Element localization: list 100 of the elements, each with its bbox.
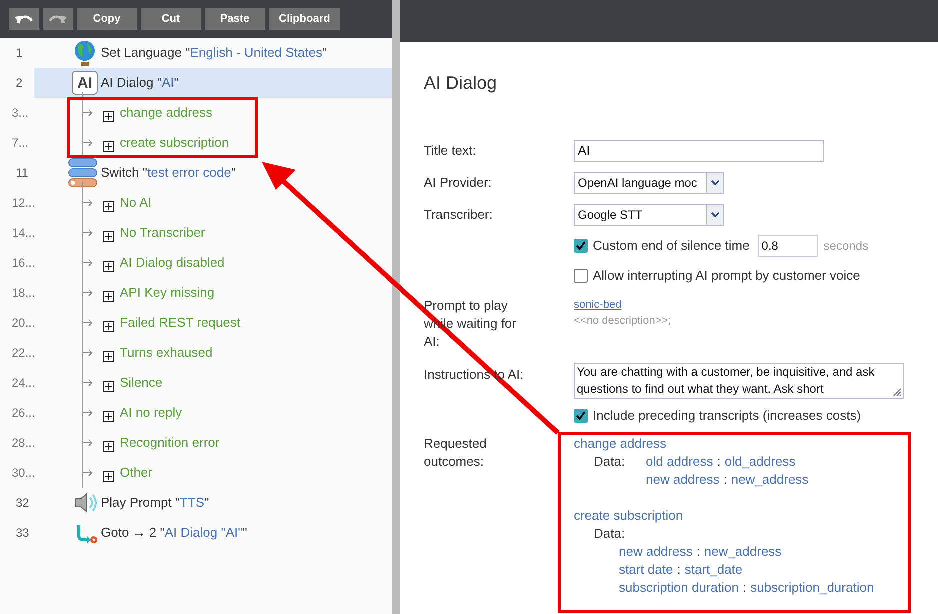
line-number: 14...	[11, 225, 34, 242]
title-text-field[interactable]: AI	[574, 140, 824, 162]
line-number: 33	[15, 525, 30, 542]
expand-icon[interactable]	[103, 260, 114, 272]
checkbox[interactable]	[574, 239, 588, 253]
connector-arrow-icon	[83, 259, 93, 267]
redo-button[interactable]	[43, 8, 73, 30]
connector-arrow-icon	[83, 229, 93, 237]
data-mapping: old address : old_address	[646, 453, 797, 471]
branch-label[interactable]: No Transcriber	[120, 223, 206, 243]
connector-arrow-icon	[83, 469, 93, 477]
field-label: Transcriber:	[424, 206, 494, 224]
prompt-description: <<no description>>;	[574, 314, 672, 329]
branch-label[interactable]: AI no reply	[120, 403, 182, 423]
connector-arrow-icon	[83, 109, 93, 117]
branch-label[interactable]: Other	[120, 463, 153, 483]
data-mapping: start date : start_date	[619, 561, 744, 579]
expand-icon[interactable]	[103, 140, 114, 152]
node-label: Play Prompt "TTS"	[101, 494, 210, 512]
globe-icon	[72, 39, 98, 67]
expand-icon[interactable]	[103, 230, 114, 242]
unit-label: seconds	[824, 238, 868, 255]
line-number: 30...	[11, 465, 34, 482]
silence-time-field[interactable]: 0.8	[758, 235, 818, 257]
tree-node-row[interactable]: Play Prompt "TTS"	[34, 488, 392, 518]
data-mapping: subscription duration : subscription_duration	[619, 579, 874, 597]
connector-arrow-icon	[83, 409, 93, 417]
tree-node-row[interactable]: Goto → 2 "AI Dialog "AI""	[34, 518, 392, 548]
line-number: 24...	[11, 375, 34, 392]
undo-button[interactable]	[9, 8, 39, 30]
ai-provider-dropdown[interactable]: OpenAI language moc	[574, 172, 724, 194]
connector-arrow-icon	[83, 439, 93, 447]
line-number: 12...	[11, 195, 34, 212]
tree-node-row[interactable]: Set Language "English - United States"	[34, 38, 392, 68]
node-label: Set Language "English - United States"	[101, 44, 328, 62]
line-number: 11	[15, 165, 30, 182]
toolbar-button[interactable]: Paste	[205, 8, 265, 30]
expand-icon[interactable]	[103, 110, 114, 122]
branch-label[interactable]: Silence	[120, 373, 163, 393]
node-label: AI Dialog "AI"	[101, 74, 179, 92]
line-number: 1	[15, 45, 24, 62]
toolbar-button[interactable]: Cut	[141, 8, 201, 30]
connector-arrow-icon	[83, 349, 93, 357]
panel-title: AI Dialog	[424, 72, 498, 95]
expand-icon[interactable]	[103, 470, 114, 482]
checkbox-label: Include preceding transcripts (increases costs)	[593, 407, 862, 426]
tree-node-row[interactable]: AI AI Dialog "AI"	[34, 68, 392, 98]
expand-icon[interactable]	[103, 380, 114, 392]
expand-icon[interactable]	[103, 350, 114, 362]
branch-label[interactable]: create subscription	[120, 133, 230, 153]
branch-label[interactable]: No AI	[120, 193, 152, 213]
toolbar-button[interactable]: Clipboard	[269, 8, 340, 30]
node-label: Goto → 2 "AI Dialog "AI""	[101, 524, 248, 542]
expand-icon[interactable]	[103, 200, 114, 212]
connector-arrow-icon	[83, 319, 93, 327]
line-number: 22...	[11, 345, 34, 362]
outcome-name[interactable]: create subscription	[574, 507, 874, 525]
redo-icon	[48, 13, 68, 25]
speaker-icon	[74, 491, 98, 515]
line-number: 16...	[11, 255, 34, 272]
line-number: 28...	[11, 435, 34, 452]
line-number: 18...	[11, 285, 34, 302]
data-mapping: new address : new_address	[646, 471, 809, 489]
ai-bubble-icon: AI	[72, 71, 98, 95]
checkbox-label: Allow interrupting AI prompt by customer voice	[593, 267, 860, 286]
expand-icon[interactable]	[103, 410, 114, 422]
node-label: Switch "test error code"	[101, 164, 236, 182]
branch-label[interactable]: AI Dialog disabled	[120, 253, 225, 273]
branch-label[interactable]: Recognition error	[120, 433, 220, 453]
expand-icon[interactable]	[103, 290, 114, 302]
resize-grip-icon	[893, 388, 902, 397]
checkbox[interactable]	[574, 269, 588, 283]
data-label: Data:	[594, 453, 626, 471]
undo-icon	[14, 13, 34, 25]
branch-label[interactable]: API Key missing	[120, 283, 215, 303]
connector-arrow-icon	[83, 379, 93, 387]
field-label: Title text:	[424, 142, 478, 160]
switch-icon	[68, 158, 98, 188]
line-number: 7...	[11, 135, 30, 152]
field-label: AI Provider:	[424, 174, 493, 192]
line-number: 3...	[11, 105, 30, 122]
expand-icon[interactable]	[103, 320, 114, 332]
line-number: 2	[15, 75, 24, 92]
data-label: Data:	[594, 525, 626, 543]
transcriber-dropdown[interactable]: Google STT	[574, 204, 724, 226]
field-label: Requested outcomes:	[424, 435, 488, 471]
prompt-link[interactable]: sonic-bed	[574, 297, 622, 313]
branch-label[interactable]: change address	[120, 103, 213, 123]
outcome-name[interactable]: change address	[574, 435, 874, 453]
line-number: 26...	[11, 405, 34, 422]
connector-arrow-icon	[83, 199, 93, 207]
connector-arrow-icon	[83, 139, 93, 147]
tree-node-row[interactable]: Switch "test error code"	[34, 158, 392, 188]
checkbox[interactable]	[574, 409, 588, 423]
branch-label[interactable]: Turns exhaused	[120, 343, 213, 363]
branch-label[interactable]: Failed REST request	[120, 313, 240, 333]
instructions-field[interactable]: You are chatting with a customer, be inquisitive, and ask questions to find out what they want. Ask short	[574, 363, 904, 399]
toolbar-button[interactable]: Copy	[77, 8, 137, 30]
line-number: 32	[15, 495, 30, 512]
expand-icon[interactable]	[103, 440, 114, 452]
